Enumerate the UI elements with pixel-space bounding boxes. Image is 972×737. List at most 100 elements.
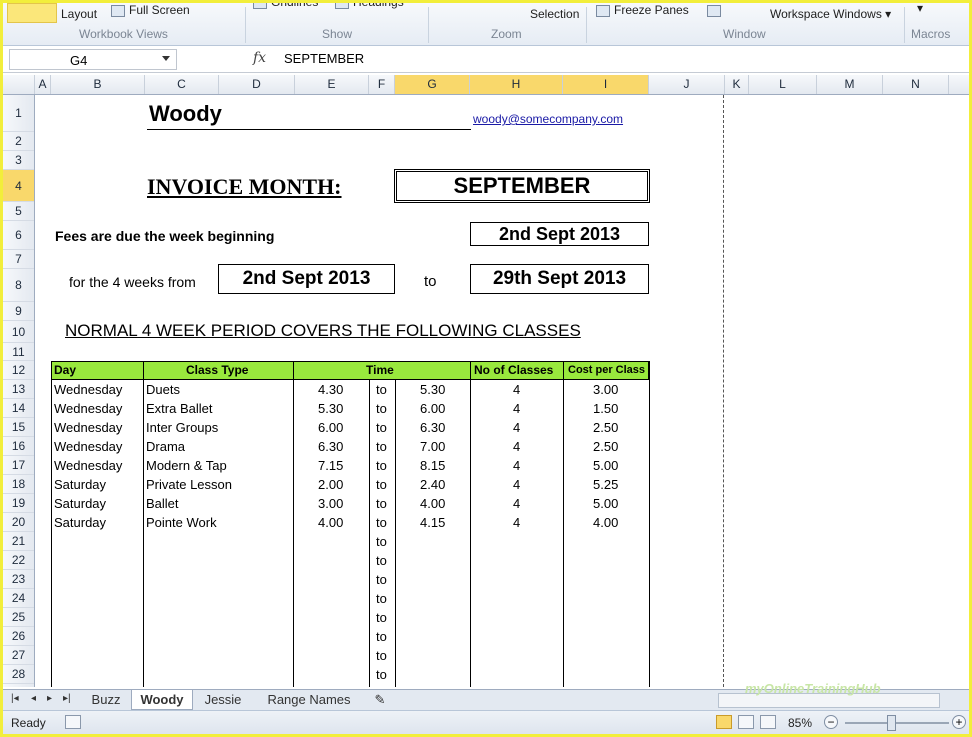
cell-to[interactable]: to <box>376 667 387 682</box>
row-header[interactable]: 9 <box>3 302 34 321</box>
cell-start[interactable]: 5.30 <box>318 401 343 416</box>
page-layout-view-icon[interactable] <box>738 715 754 729</box>
zoom-level[interactable]: 85% <box>788 716 812 730</box>
cell-to[interactable]: to <box>376 553 387 568</box>
row-header[interactable]: 23 <box>3 570 34 589</box>
column-header[interactable]: E <box>295 75 369 94</box>
cell-class[interactable]: Ballet <box>146 496 179 511</box>
cell-to[interactable]: to <box>376 572 387 587</box>
row-header[interactable]: 16 <box>3 437 34 456</box>
cell-cost[interactable]: 5.00 <box>593 496 618 511</box>
column-header[interactable]: J <box>649 75 725 94</box>
cell-count[interactable]: 4 <box>513 439 520 454</box>
row-header[interactable]: 2 <box>3 132 34 151</box>
cell-end[interactable]: 4.00 <box>420 496 445 511</box>
row-header[interactable]: 25 <box>3 608 34 627</box>
freeze-panes-button[interactable]: Freeze Panes <box>596 3 689 17</box>
column-header[interactable]: K <box>725 75 749 94</box>
row-header[interactable]: 5 <box>3 202 34 221</box>
next-sheet-icon[interactable]: ▸ <box>47 693 52 704</box>
zoom-slider-track[interactable] <box>845 722 949 724</box>
cell-to[interactable]: to <box>376 420 387 435</box>
cell-end[interactable]: 8.15 <box>420 458 445 473</box>
cell-to[interactable]: to <box>376 401 387 416</box>
chevron-down-icon[interactable] <box>162 56 170 61</box>
cell-cost[interactable]: 5.25 <box>593 477 618 492</box>
cell-to[interactable]: to <box>376 458 387 473</box>
prev-sheet-icon[interactable]: ◂ <box>31 693 36 704</box>
row-header[interactable]: 10 <box>3 321 34 343</box>
zoom-out-button[interactable]: − <box>824 715 838 729</box>
cell-count[interactable]: 4 <box>513 458 520 473</box>
cell-day[interactable]: Wednesday <box>54 420 122 435</box>
cell-end[interactable]: 7.00 <box>420 439 445 454</box>
macro-record-icon[interactable] <box>65 715 81 729</box>
cell-start[interactable]: 4.30 <box>318 382 343 397</box>
cell-start[interactable]: 6.30 <box>318 439 343 454</box>
row-header[interactable]: 20 <box>3 513 34 532</box>
sheet-tab-jessie[interactable]: Jessie <box>195 690 251 709</box>
first-sheet-icon[interactable]: |◂ <box>11 693 19 704</box>
row-header[interactable]: 21 <box>3 532 34 551</box>
from-date-cell[interactable]: 2nd Sept 2013 <box>218 264 395 294</box>
row-header[interactable]: 1 <box>3 95 34 132</box>
cell-day[interactable]: Saturday <box>54 515 106 530</box>
zoom-to-selection-button[interactable]: Selection <box>530 7 579 21</box>
row-header[interactable]: 22 <box>3 551 34 570</box>
cell-cost[interactable]: 2.50 <box>593 439 618 454</box>
cell-count[interactable]: 4 <box>513 515 520 530</box>
cell-cost[interactable]: 1.50 <box>593 401 618 416</box>
column-header[interactable]: M <box>817 75 883 94</box>
cell-start[interactable]: 7.15 <box>318 458 343 473</box>
row-header[interactable]: 8 <box>3 269 34 302</box>
cell-to[interactable]: to <box>376 382 387 397</box>
cell-end[interactable]: 2.40 <box>420 477 445 492</box>
cell-count[interactable]: 4 <box>513 496 520 511</box>
cell-day[interactable]: Wednesday <box>54 458 122 473</box>
column-header[interactable]: I <box>563 75 649 94</box>
row-header[interactable]: 28 <box>3 665 34 684</box>
row-header[interactable]: 14 <box>3 399 34 418</box>
cell-cost[interactable]: 4.00 <box>593 515 618 530</box>
zoom-slider-handle[interactable] <box>887 715 896 731</box>
cell-count[interactable]: 4 <box>513 382 520 397</box>
name-box[interactable]: G4 <box>9 49 177 70</box>
row-header[interactable]: 26 <box>3 627 34 646</box>
row-header[interactable]: 4 <box>3 170 34 202</box>
row-header[interactable]: 18 <box>3 475 34 494</box>
row-header[interactable]: 13 <box>3 380 34 399</box>
cell-to[interactable]: to <box>376 439 387 454</box>
cell-count[interactable]: 4 <box>513 477 520 492</box>
cell-day[interactable]: Wednesday <box>54 439 122 454</box>
invoice-month-cell[interactable]: SEPTEMBER <box>394 169 650 203</box>
select-all-corner[interactable] <box>3 75 35 94</box>
insert-function-button[interactable]: fx <box>253 50 266 66</box>
column-header[interactable]: F <box>369 75 395 94</box>
column-header[interactable]: C <box>145 75 219 94</box>
cell-class[interactable]: Drama <box>146 439 185 454</box>
cell-class[interactable]: Modern & Tap <box>146 458 227 473</box>
cell-count[interactable]: 4 <box>513 401 520 416</box>
cell-to[interactable]: to <box>376 496 387 511</box>
cell-day[interactable]: Saturday <box>54 496 106 511</box>
page-layout-button[interactable] <box>7 3 57 23</box>
cell-start[interactable]: 3.00 <box>318 496 343 511</box>
worksheet-grid[interactable]: Woody woody@somecompany.com INVOICE MONT… <box>35 95 969 687</box>
sheet-tab-buzz[interactable]: Buzz <box>83 690 129 709</box>
column-header[interactable]: G <box>395 75 470 94</box>
row-header[interactable]: 17 <box>3 456 34 475</box>
column-header[interactable]: A <box>35 75 51 94</box>
normal-view-icon[interactable] <box>716 715 732 729</box>
row-header[interactable]: 3 <box>3 151 34 170</box>
full-screen-button[interactable]: Full Screen <box>111 3 190 17</box>
to-date-cell[interactable]: 29th Sept 2013 <box>470 264 649 294</box>
row-header[interactable]: 11 <box>3 343 34 361</box>
cell-start[interactable]: 4.00 <box>318 515 343 530</box>
last-sheet-icon[interactable]: ▸| <box>63 693 71 704</box>
cell-cost[interactable]: 5.00 <box>593 458 618 473</box>
cell-to[interactable]: to <box>376 610 387 625</box>
cell-class[interactable]: Private Lesson <box>146 477 232 492</box>
macros-dropdown[interactable]: ▾ <box>917 3 923 15</box>
email-link[interactable]: woody@somecompany.com <box>473 112 623 126</box>
zoom-in-button[interactable]: + <box>952 715 966 729</box>
